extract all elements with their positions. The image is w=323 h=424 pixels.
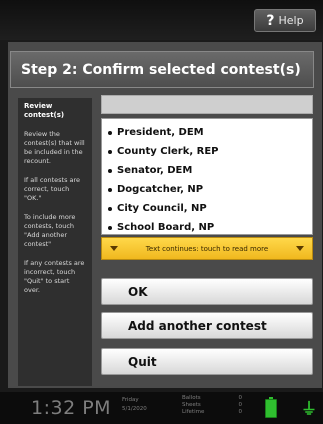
count-label: Sheets (182, 402, 201, 408)
count-label: Lifetime (182, 409, 205, 415)
contest-list[interactable]: President, DEM County Clerk, REP Senator… (101, 118, 313, 235)
count-value: 0 (238, 395, 243, 401)
quit-button-label: Quit (128, 354, 157, 369)
contest-label: Dogcatcher, NP (117, 184, 204, 195)
clock: 1:32 PM (31, 397, 112, 419)
contest-label: Senator, DEM (117, 165, 193, 176)
count-row: Sheets 0 (182, 402, 242, 409)
battery-icon (265, 397, 277, 418)
add-button-label: Add another contest (128, 318, 267, 333)
count-row: Lifetime 0 (182, 409, 242, 416)
list-item: City Council, NP (108, 199, 312, 218)
sidebar-paragraph: If any contests are incorrect, touch "Qu… (24, 259, 85, 294)
count-value: 0 (238, 402, 243, 408)
count-display: Ballots 0 Sheets 0 Lifetime 0 (182, 395, 242, 416)
contest-label: School Board, NP (117, 222, 215, 233)
sidebar-paragraph: Review the contest(s) that will be inclu… (24, 130, 85, 165)
list-item: School Board, NP (108, 218, 312, 237)
instruction-sidebar: Review contest(s) Review the contest(s) … (18, 98, 92, 386)
power-plug-icon: ⏚ (301, 399, 318, 418)
count-row: Ballots 0 (182, 395, 242, 402)
sidebar-paragraph: If all contests are correct, touch "OK." (24, 176, 81, 202)
bullet-icon (108, 225, 112, 230)
bullet-icon (108, 168, 112, 173)
contest-label: City Council, NP (117, 203, 207, 214)
summary-bar (101, 95, 313, 114)
page-title-text: Step 2: Confirm selected contest(s) (21, 61, 301, 78)
count-label: Ballots (182, 395, 201, 401)
bullet-icon (108, 206, 112, 211)
date-display: Friday 5/1/2020 (122, 396, 166, 414)
bullet-icon (108, 130, 112, 135)
list-item: Dogcatcher, NP (108, 180, 312, 199)
count-value: 0 (238, 409, 243, 415)
ok-button[interactable]: OK (101, 278, 313, 305)
ok-button-label: OK (128, 284, 148, 299)
arrow-down-icon (296, 246, 304, 251)
sidebar-title: Review contest(s) (24, 102, 65, 119)
bullet-icon (108, 187, 112, 192)
sidebar-paragraph: To include more contests, touch "Add ano… (24, 213, 76, 248)
day-label: Friday (122, 397, 139, 403)
add-another-contest-button[interactable]: Add another contest (101, 312, 313, 339)
arrow-down-icon (110, 246, 118, 251)
help-button[interactable]: ? Help (254, 9, 316, 32)
read-more-label: Text continues: touch to read more (145, 244, 269, 253)
read-more-button[interactable]: Text continues: touch to read more (101, 237, 313, 260)
list-item: County Clerk, REP (108, 142, 312, 161)
page-title: Step 2: Confirm selected contest(s) (10, 51, 314, 88)
bullet-icon (108, 149, 112, 154)
list-item: President, DEM (108, 123, 312, 142)
contest-label: President, DEM (117, 127, 204, 138)
help-label: Help (278, 14, 304, 27)
contest-label: County Clerk, REP (117, 146, 219, 157)
quit-button[interactable]: Quit (101, 348, 313, 375)
list-item: Senator, DEM (108, 161, 312, 180)
help-icon: ? (266, 12, 275, 29)
date-label: 5/1/2020 (122, 406, 147, 412)
